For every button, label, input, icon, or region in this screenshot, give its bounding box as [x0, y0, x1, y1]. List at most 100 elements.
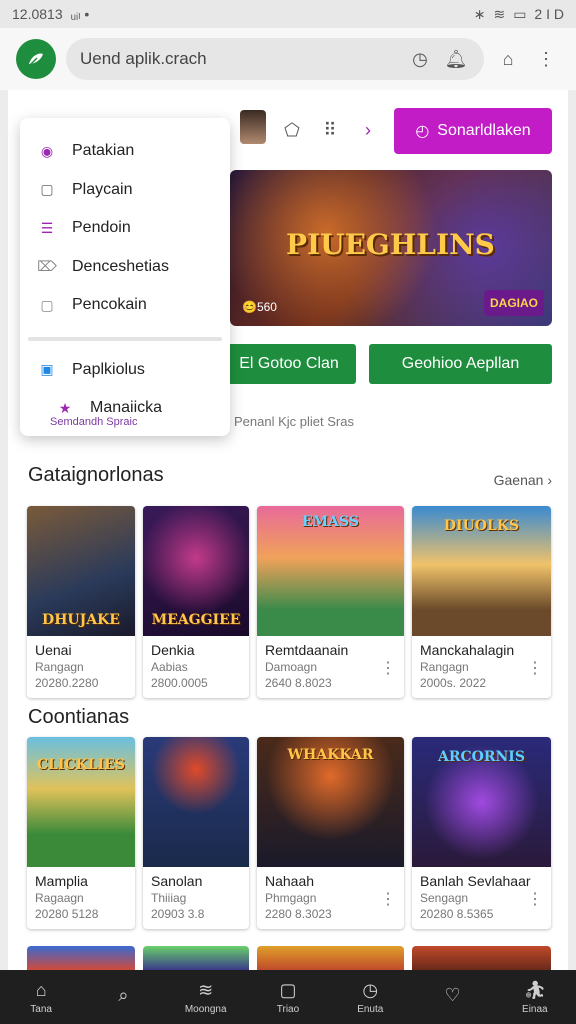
- card-name: Sanolan: [151, 873, 203, 889]
- status-left-icons: ᵤᵢₗ •: [70, 5, 90, 22]
- menu-item[interactable]: ▣ Paplkiolus: [20, 351, 230, 390]
- card-sub: Rangagn: [420, 660, 469, 674]
- card-name: Uenai: [35, 642, 72, 658]
- menu-item[interactable]: ▢ Playcain: [20, 171, 230, 210]
- banner-title: PIUEGHLINS: [286, 228, 495, 261]
- menu-item-label: Manaiicka: [90, 399, 163, 417]
- card-sub: Thiiiag: [151, 891, 187, 905]
- nav-item-home[interactable]: ⌂ Tana: [0, 970, 82, 1024]
- left-green-button[interactable]: El Gotoo Clan: [222, 344, 356, 384]
- menu-item[interactable]: ☰ Pendoin: [20, 209, 230, 248]
- game-card[interactable]: WHAKKAR Nahaah Phmgagn 2280 8.3023 ⋮: [257, 737, 404, 929]
- card-art-title: EMASS: [302, 514, 359, 530]
- square-outline-icon: ▢: [40, 296, 54, 313]
- search-query[interactable]: Uend aplik.crach: [80, 49, 398, 69]
- card-sub: Rangagn: [35, 660, 84, 674]
- right-green-button[interactable]: Geohioo Aepllan: [369, 344, 552, 384]
- menu-item[interactable]: ◉ Patakian: [20, 132, 230, 171]
- nav-item-games[interactable]: ≋ Moongna: [165, 970, 247, 1024]
- nav-item-favorites[interactable]: ♡: [411, 970, 493, 1024]
- avatar[interactable]: [240, 110, 266, 144]
- section-title-2: Coontianas: [28, 706, 130, 728]
- game-card[interactable]: DIUOLKS Manckahalagin Rangagn 2000s. 202…: [412, 506, 551, 698]
- nav-item-apps[interactable]: ▢ Triao: [247, 970, 329, 1024]
- menu-item[interactable]: ▢ Pencokain: [20, 286, 230, 325]
- left-green-button-label: El Gotoo Clan: [239, 355, 339, 372]
- card-date: 20280 5128: [35, 907, 99, 921]
- badge-icon[interactable]: ⬠: [278, 116, 306, 144]
- heart-icon: ♡: [444, 985, 461, 1005]
- chevron-right-icon[interactable]: ›: [354, 116, 382, 144]
- more-vert-icon[interactable]: ⋮: [532, 45, 560, 73]
- top-bar: Uend aplik.crach ◷ 🔔︎ ⌂ ⋮: [0, 28, 576, 90]
- tag-icon: ⌦: [37, 258, 57, 275]
- list-icon: ☰: [40, 219, 54, 236]
- hero-icon-group: ⬠ ⠿ ›: [278, 116, 382, 144]
- menu-item-label: Patakian: [72, 142, 135, 160]
- clock-icon: ◷: [362, 979, 379, 1000]
- app-icon: ▣: [40, 361, 54, 378]
- game-card[interactable]: ARCORNIS Banlah Sevlahaar Sengagn 20280 …: [412, 737, 551, 929]
- nav-label: Tana: [30, 1003, 52, 1015]
- card-art: EMASS: [257, 506, 404, 636]
- peek-card[interactable]: [143, 946, 249, 970]
- nav-item-search[interactable]: ⌕: [82, 970, 164, 1024]
- section-title-1: Gataignorlonas: [28, 464, 164, 486]
- search-icon: ⌕: [118, 985, 129, 1005]
- notification-bell-icon[interactable]: 🔔︎: [442, 45, 470, 73]
- card-name: Mamplia: [35, 873, 88, 889]
- more-vert-icon[interactable]: ⋮: [527, 889, 543, 909]
- card-art: CLICKLIES: [27, 737, 135, 867]
- peek-card[interactable]: [412, 946, 551, 970]
- card-row-3-peek: [27, 946, 553, 970]
- card-date: 2800.0005: [151, 676, 208, 690]
- menu-footnote: Semdandh Spraic: [50, 416, 138, 428]
- meta-line: Penanl Kjc pliet Sras: [234, 414, 354, 429]
- brand-logo[interactable]: [16, 39, 56, 79]
- grid-icon[interactable]: ⠿: [316, 116, 344, 144]
- card-name: Banlah Sevlahaar: [420, 873, 531, 889]
- see-all-link[interactable]: Gaenan ›: [494, 472, 552, 488]
- more-vert-icon[interactable]: ⋮: [380, 889, 396, 909]
- card-name: Manckahalagin: [420, 642, 515, 658]
- card-date: 20903 3.8: [151, 907, 205, 921]
- card-art: [143, 737, 249, 867]
- game-card[interactable]: Sanolan Thiiiag 20903 3.8: [143, 737, 249, 929]
- card-sub: Damoagn: [265, 660, 318, 674]
- menu-item[interactable]: ⌦ Denceshetias: [20, 248, 230, 287]
- wifi-icon: ≋: [493, 5, 506, 22]
- menu-item-label: Paplkiolus: [72, 360, 145, 378]
- featured-banner[interactable]: PIUEGHLINS 😊560 DAGIAO: [230, 170, 552, 326]
- peek-card[interactable]: [27, 946, 135, 970]
- card-date: 20280.2280: [35, 676, 99, 690]
- primary-action-button[interactable]: ◴ Sonarldlaken: [394, 108, 552, 154]
- menu-item-label: Pendoin: [72, 219, 131, 237]
- card-art: WHAKKAR: [257, 737, 404, 867]
- history-icon[interactable]: ◷: [406, 45, 434, 73]
- card-row-2: CLICKLIES Mamplia Ragaagn 20280 5128 San…: [27, 737, 553, 929]
- more-vert-icon[interactable]: ⋮: [527, 658, 543, 678]
- card-name: Remtdaanain: [265, 642, 349, 658]
- card-art-title: DIUOLKS: [443, 518, 520, 534]
- game-card[interactable]: MEAGGIEE Denkia Aabias 2800.0005: [143, 506, 249, 698]
- peek-card[interactable]: [257, 946, 404, 970]
- status-right-text: 2 I D: [534, 6, 564, 22]
- game-card[interactable]: DHUJAKE Uenai Rangagn 20280.2280: [27, 506, 135, 698]
- card-date: 2280 8.3023: [265, 907, 332, 921]
- nav-item-clock[interactable]: ◷ Enuta: [329, 970, 411, 1024]
- nav-label: Moongna: [184, 1003, 227, 1015]
- nav-item-profile[interactable]: ⛹︎ Einaa: [494, 970, 576, 1024]
- card-art-title: ARCORNIS: [438, 749, 525, 765]
- apps-icon: ▢: [279, 979, 297, 1000]
- card-art-title: CLICKLIES: [36, 757, 126, 773]
- game-card[interactable]: CLICKLIES Mamplia Ragaagn 20280 5128: [27, 737, 135, 929]
- status-time: 12.0813: [12, 6, 63, 22]
- home-cart-icon[interactable]: ⌂: [494, 45, 522, 73]
- battery-icon: ▭: [513, 5, 527, 22]
- game-card[interactable]: EMASS Remtdaanain Damoagn 2640 8.8023 ⋮: [257, 506, 404, 698]
- search-bar[interactable]: Uend aplik.crach ◷ 🔔︎: [66, 38, 484, 80]
- chevron-right-icon: ›: [547, 472, 552, 488]
- card-date: 2000s. 2022: [420, 676, 487, 690]
- more-vert-icon[interactable]: ⋮: [380, 658, 396, 678]
- banner-subtitle: 😊560: [242, 300, 277, 314]
